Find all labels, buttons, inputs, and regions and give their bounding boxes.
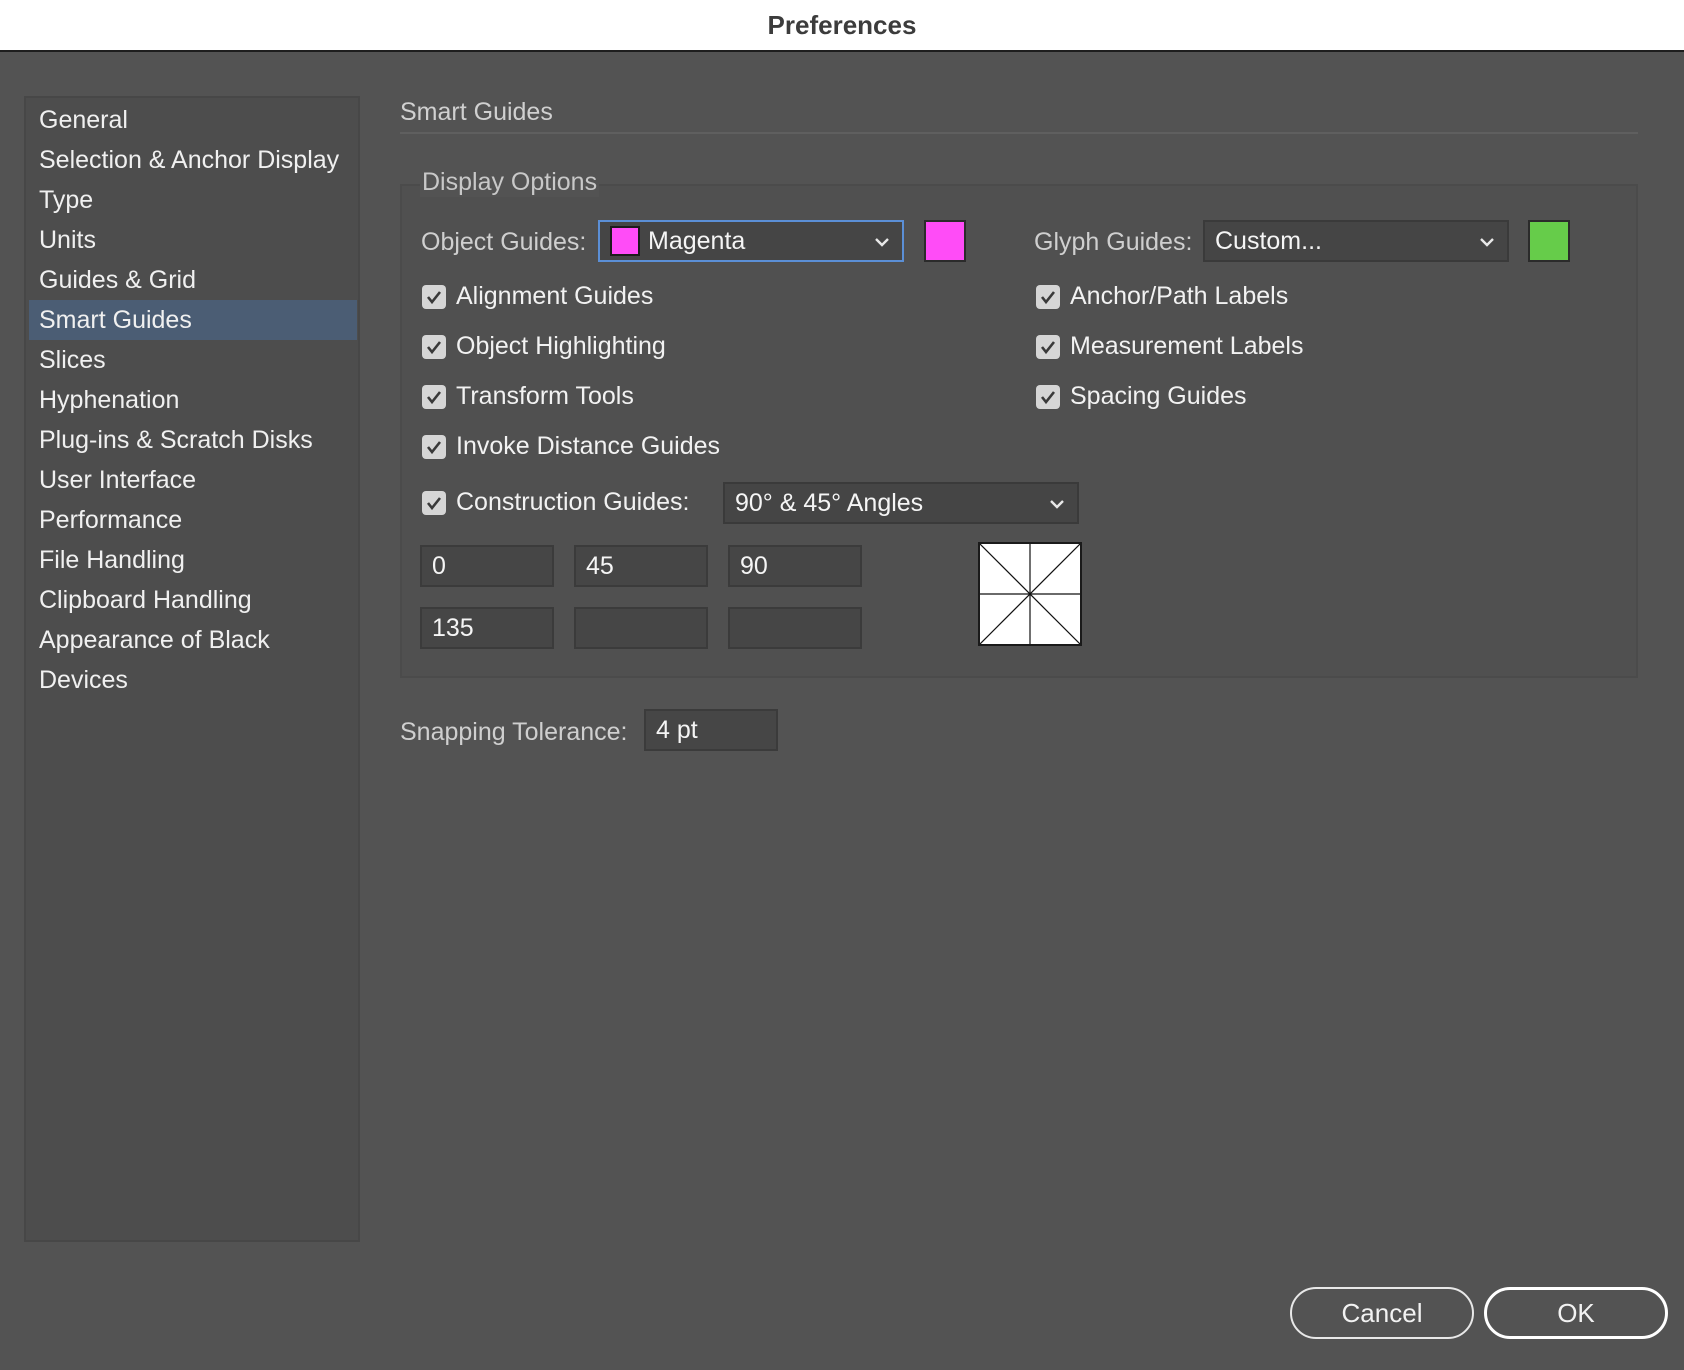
construction-angles-icon <box>979 543 1081 645</box>
transform-tools-checkbox[interactable] <box>422 385 446 409</box>
sidebar-item-smart-guides[interactable]: Smart Guides <box>29 300 357 340</box>
cancel-button[interactable]: Cancel <box>1290 1287 1474 1339</box>
checkmark-icon <box>426 341 442 355</box>
sidebar-item-user-interface[interactable]: User Interface <box>29 460 357 500</box>
alignment-guides-label: Alignment Guides <box>456 282 654 310</box>
checkmark-icon <box>1040 341 1056 355</box>
checkmark-icon <box>1040 391 1056 405</box>
display-options-label: Display Options <box>420 168 600 197</box>
measurement-labels-checkbox[interactable] <box>1036 335 1060 359</box>
title-divider <box>400 132 1638 134</box>
measurement-labels-label: Measurement Labels <box>1070 332 1304 360</box>
angle-field-6[interactable] <box>728 607 862 649</box>
angle-field-5[interactable] <box>574 607 708 649</box>
sidebar-item-slices[interactable]: Slices <box>29 340 357 380</box>
spacing-guides-label: Spacing Guides <box>1070 382 1247 410</box>
sidebar-item-general[interactable]: General <box>29 100 357 140</box>
alignment-guides-checkbox[interactable] <box>422 285 446 309</box>
sidebar-item-appearance-of-black[interactable]: Appearance of Black <box>29 620 357 660</box>
checkmark-icon <box>426 291 442 305</box>
sidebar-item-guides-grid[interactable]: Guides & Grid <box>29 260 357 300</box>
angle-field-3[interactable]: 90 <box>728 545 862 587</box>
sidebar-item-units[interactable]: Units <box>29 220 357 260</box>
checkmark-icon <box>426 391 442 405</box>
invoke-distance-guides-checkbox[interactable] <box>422 435 446 459</box>
spacing-guides-checkbox[interactable] <box>1036 385 1060 409</box>
object-guides-label: Object Guides: <box>421 228 587 256</box>
sidebar-item-plugins-scratch-disks[interactable]: Plug-ins & Scratch Disks <box>29 420 357 460</box>
sidebar-item-devices[interactable]: Devices <box>29 660 357 700</box>
transform-tools-label: Transform Tools <box>456 382 634 410</box>
ok-button[interactable]: OK <box>1484 1287 1668 1339</box>
chevron-down-icon <box>1050 500 1064 509</box>
construction-guides-checkbox[interactable] <box>422 491 446 515</box>
construction-guides-value: 90° & 45° Angles <box>735 488 924 517</box>
checkmark-icon <box>1040 291 1056 305</box>
window-title: Preferences <box>767 9 917 40</box>
sidebar-item-performance[interactable]: Performance <box>29 500 357 540</box>
object-guides-value: Magenta <box>648 226 746 255</box>
glyph-guides-dropdown[interactable]: Custom... <box>1203 220 1509 262</box>
title-bar: Preferences <box>0 0 1684 52</box>
chevron-down-icon <box>1480 238 1494 247</box>
checkmark-icon <box>426 497 442 511</box>
object-highlighting-label: Object Highlighting <box>456 332 666 360</box>
chevron-down-icon <box>875 238 889 247</box>
object-guides-color-swatch[interactable] <box>924 220 966 262</box>
glyph-guides-color-swatch[interactable] <box>1528 220 1570 262</box>
sidebar-item-type[interactable]: Type <box>29 180 357 220</box>
snapping-tolerance-field[interactable]: 4 pt <box>644 709 778 751</box>
anchor-path-labels-checkbox[interactable] <box>1036 285 1060 309</box>
preferences-sidebar: General Selection & Anchor Display Type … <box>24 96 360 1242</box>
angle-field-1[interactable]: 0 <box>420 545 554 587</box>
glyph-guides-value: Custom... <box>1215 226 1322 255</box>
angle-preview <box>978 542 1082 646</box>
sidebar-item-selection-anchor-display[interactable]: Selection & Anchor Display <box>29 140 357 180</box>
panel-title: Smart Guides <box>400 98 553 126</box>
sidebar-item-hyphenation[interactable]: Hyphenation <box>29 380 357 420</box>
sidebar-item-clipboard-handling[interactable]: Clipboard Handling <box>29 580 357 620</box>
construction-guides-dropdown[interactable]: 90° & 45° Angles <box>723 482 1079 524</box>
sidebar-item-file-handling[interactable]: File Handling <box>29 540 357 580</box>
object-guides-dropdown[interactable]: Magenta <box>598 220 904 262</box>
snapping-tolerance-label: Snapping Tolerance: <box>400 718 628 746</box>
angle-field-2[interactable]: 45 <box>574 545 708 587</box>
angle-field-4[interactable]: 135 <box>420 607 554 649</box>
invoke-distance-guides-label: Invoke Distance Guides <box>456 432 721 460</box>
checkmark-icon <box>426 441 442 455</box>
object-highlighting-checkbox[interactable] <box>422 335 446 359</box>
construction-guides-label: Construction Guides: <box>456 488 690 516</box>
magenta-swatch-icon <box>610 226 640 256</box>
anchor-path-labels-label: Anchor/Path Labels <box>1070 282 1289 310</box>
glyph-guides-label: Glyph Guides: <box>1034 228 1193 256</box>
